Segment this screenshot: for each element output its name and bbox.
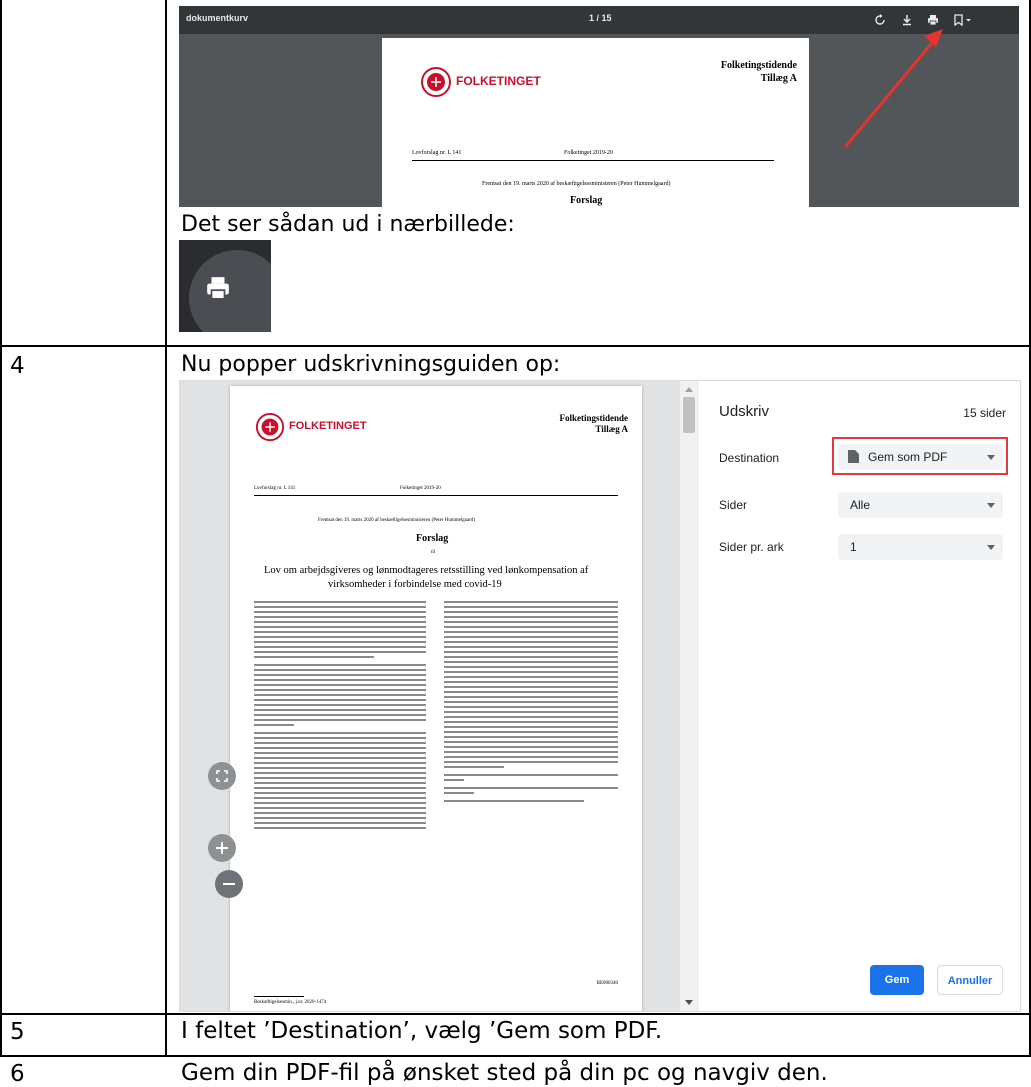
logo-text: FOLKETINGET — [289, 420, 367, 432]
body-text-columns — [254, 601, 618, 829]
table-border-left — [0, 0, 2, 1057]
zoom-in-button[interactable] — [208, 834, 236, 862]
row-number: 6 — [10, 1061, 25, 1087]
pages-per-sheet-select[interactable]: 1 — [838, 534, 1003, 560]
fit-to-page-button[interactable] — [208, 762, 236, 790]
chevron-down-icon — [987, 503, 995, 508]
preview-page: FOLKETINGET Folketingstidende Tillæg A L… — [230, 386, 642, 1011]
row-number: 4 — [10, 353, 25, 379]
print-dialog-screenshot: FOLKETINGET Folketingstidende Tillæg A L… — [179, 380, 1021, 1012]
forslag-heading: Forslag — [416, 533, 449, 544]
bill-number: Lovforslag nr. L 141 — [254, 486, 296, 491]
pages-per-sheet-label: Sider pr. ark — [719, 540, 784, 554]
zoom-out-icon — [223, 883, 235, 885]
sheet-count: 15 sider — [963, 406, 1006, 420]
save-button[interactable]: Gem — [870, 965, 924, 995]
pages-label: Sider — [719, 498, 748, 512]
tabled-line: Fremsat den 19. marts 2020 af beskæftige… — [318, 518, 476, 523]
dialog-title: Udskriv — [719, 403, 770, 420]
instruction-line: I feltet ’Destination’, vælg ’Gem som PD… — [181, 1018, 663, 1044]
pdf-viewer-screenshot: dokumentkurv 1 / 15 FOLKETINGET Folketin… — [179, 6, 1019, 207]
highlight-box — [832, 437, 1008, 475]
row-caption: Nu popper udskrivningsguiden op: — [181, 352, 561, 377]
table-row-divider — [0, 1013, 1031, 1015]
row-number: 5 — [10, 1019, 25, 1045]
page-heading: Folketingstidende — [559, 413, 628, 423]
print-icon — [207, 277, 229, 300]
table-row-divider — [0, 345, 1031, 347]
til-label: til — [431, 550, 436, 555]
footnote-rule — [254, 996, 304, 997]
scroll-down-icon[interactable] — [685, 1000, 693, 1006]
table-column-divider — [165, 0, 167, 1057]
pages-value: Alle — [850, 498, 871, 512]
cancel-button[interactable]: Annuller — [937, 965, 1003, 995]
law-title-line-1: Lov om arbejdsgiveres og lønmodtageres r… — [264, 565, 589, 576]
chevron-down-icon — [987, 545, 995, 550]
pages-select[interactable]: Alle — [838, 492, 1003, 518]
print-button-closeup — [179, 240, 271, 332]
session-label: Folketinget 2019-20 — [400, 486, 441, 491]
footer-left: Beskæftigelsesmin., j.nr. 2020-1474 — [254, 1000, 327, 1005]
pages-per-sheet-value: 1 — [850, 540, 857, 554]
folketinget-logo-icon — [255, 412, 285, 442]
print-preview-pane: FOLKETINGET Folketingstidende Tillæg A L… — [180, 381, 699, 1011]
scroll-up-icon[interactable] — [685, 386, 693, 392]
page-rule — [254, 495, 618, 496]
row-caption: Det ser sådan ud i nærbillede: — [181, 212, 515, 237]
zoom-out-button[interactable] — [215, 870, 243, 898]
page-subheading: Tillæg A — [595, 424, 628, 434]
law-title-line-2: virksomheder i forbindelse med covid-19 — [328, 579, 502, 590]
instruction-line: Gem din PDF-fil på ønsket sted på din pc… — [181, 1060, 828, 1086]
footer-right: BE000340 — [596, 981, 618, 986]
fit-to-page-icon — [216, 770, 228, 782]
destination-label: Destination — [719, 451, 780, 465]
print-settings-pane: Udskriv 15 sider Destination Gem som PDF… — [699, 381, 1020, 1011]
zoom-in-icon — [216, 842, 228, 854]
annotation-arrow-icon — [844, 29, 943, 148]
preview-scrollbar-thumb[interactable] — [683, 397, 695, 433]
preview-scrollbar[interactable] — [680, 381, 699, 1011]
